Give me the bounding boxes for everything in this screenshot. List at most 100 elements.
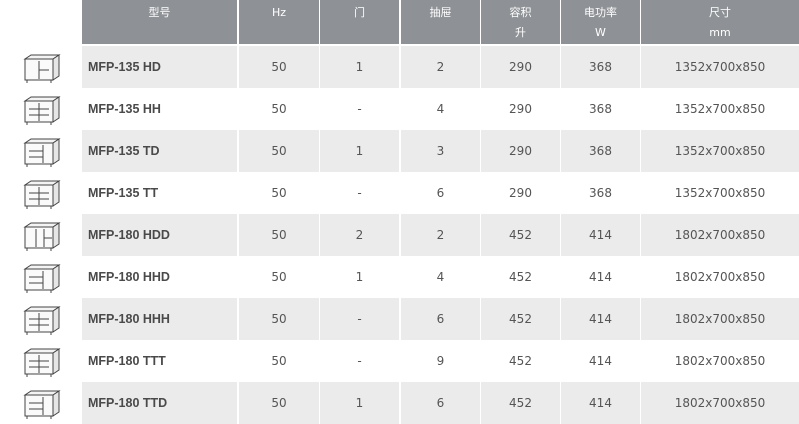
cell-volume: 290 [481, 130, 560, 172]
cell-drawer: 6 [401, 298, 480, 340]
header-door: 门 [320, 0, 399, 44]
cell-volume: 452 [481, 340, 560, 382]
cell-hz: 50 [239, 256, 319, 298]
cell-hz: 50 [239, 46, 319, 88]
cell-model: MFP-135 TD [82, 130, 237, 172]
header-model-label: 型号 [148, 6, 171, 19]
counter-fridge-door-drawer-icon [19, 50, 63, 84]
cell-volume: 452 [481, 382, 560, 424]
cell-hz: 50 [239, 172, 319, 214]
counter-fridge-drawers-icon [19, 92, 63, 126]
cell-door: 1 [320, 256, 399, 298]
counter-fridge-drawer-door-icon [19, 134, 63, 168]
cell-drawer: 6 [401, 382, 480, 424]
cell-volume: 290 [481, 172, 560, 214]
product-image-cell [0, 256, 81, 298]
cell-model: MFP-135 TT [82, 172, 237, 214]
cell-volume: 452 [481, 214, 560, 256]
cell-size: 1802x700x850 [641, 340, 799, 382]
header-model: 型号 [82, 0, 237, 44]
cell-power: 414 [561, 382, 640, 424]
cell-size: 1352x700x850 [641, 172, 799, 214]
cell-door: - [320, 172, 399, 214]
cell-volume: 452 [481, 256, 560, 298]
cell-door: - [320, 340, 399, 382]
counter-fridge-doors-icon [19, 218, 63, 252]
cell-power: 414 [561, 256, 640, 298]
cell-power: 368 [561, 172, 640, 214]
header-size: 尺寸 mm [641, 0, 799, 44]
counter-fridge-drawers-icon [19, 344, 63, 378]
table-row: MFP-135 HH 50-4 290 368 1352x700x850 [0, 88, 799, 130]
counter-fridge-drawer-door-icon [19, 260, 63, 294]
product-image-cell [0, 298, 81, 340]
table-row: MFP-135 TD 50 1 3 290 368 1352x700x850 [0, 130, 799, 172]
cell-volume: 290 [481, 46, 560, 88]
cell-size: 1802x700x850 [641, 298, 799, 340]
cell-hz: 50 [239, 298, 319, 340]
header-drawer: 抽屉 [401, 0, 480, 44]
cell-door: 1 [320, 382, 399, 424]
cell-power: 414 [561, 214, 640, 256]
cell-size: 1352x700x850 [641, 130, 799, 172]
cell-drawer: 9 [401, 340, 480, 382]
header-image-blank [0, 0, 81, 44]
product-image-cell [0, 340, 81, 382]
product-image-cell [0, 130, 81, 172]
cell-hz: 50 [239, 340, 319, 382]
cell-power: 414 [561, 298, 640, 340]
counter-fridge-drawers-icon [19, 176, 63, 210]
header-volume-label: 容积 [509, 6, 532, 19]
cell-hz: 50 [239, 130, 319, 172]
header-volume-unit: 升 [515, 26, 526, 39]
header-drawer-label: 抽屉 [429, 6, 452, 19]
cell-drawer: 4 [401, 88, 480, 130]
cell-door: 1 [320, 46, 399, 88]
cell-drawer: 3 [401, 130, 480, 172]
table-header: 型号 Hz 门 抽屉 容积 升 电功率 W 尺寸 mm [0, 0, 799, 44]
table-row: MFP-180 HDD 50 2 2 452 414 1802x700x850 [0, 214, 799, 256]
cell-size: 1802x700x850 [641, 214, 799, 256]
table-row: MFP-180 TTT 50-9 452 414 1802x700x850 [0, 340, 799, 382]
table-row: MFP-180 HHD 50 1 4 452 414 1802x700x850 [0, 256, 799, 298]
cell-volume: 290 [481, 88, 560, 130]
cell-drawer: 6 [401, 172, 480, 214]
cell-drawer: 4 [401, 256, 480, 298]
product-image-cell [0, 382, 81, 424]
cell-drawer: 2 [401, 214, 480, 256]
cell-size: 1802x700x850 [641, 382, 799, 424]
cell-size: 1802x700x850 [641, 256, 799, 298]
cell-power: 368 [561, 130, 640, 172]
header-hz-label: Hz [271, 6, 287, 19]
cell-model: MFP-180 TTT [82, 340, 237, 382]
cell-model: MFP-135 HD [82, 46, 237, 88]
header-power: 电功率 W [561, 0, 640, 44]
header-volume: 容积 升 [481, 0, 560, 44]
counter-fridge-drawers-icon [19, 302, 63, 336]
cell-model: MFP-180 HDD [82, 214, 237, 256]
cell-size: 1352x700x850 [641, 46, 799, 88]
product-image-cell [0, 172, 81, 214]
table-row: MFP-180 TTD 50 1 6 452 414 1802x700x850 [0, 382, 799, 424]
table-row: MFP-180 HHH 50-6 452 414 1802x700x850 [0, 298, 799, 340]
spec-table: 型号 Hz 门 抽屉 容积 升 电功率 W 尺寸 mm MFP-135 HD 50… [0, 0, 799, 424]
product-image-cell [0, 46, 81, 88]
cell-drawer: 2 [401, 46, 480, 88]
header-power-label: 电功率 [584, 6, 617, 19]
cell-door: - [320, 298, 399, 340]
cell-size: 1352x700x850 [641, 88, 799, 130]
header-size-label: 尺寸 [709, 6, 731, 19]
header-door-label: 门 [354, 6, 365, 19]
cell-hz: 50 [239, 382, 319, 424]
cell-model: MFP-180 HHH [82, 298, 237, 340]
cell-door: 2 [320, 214, 399, 256]
cell-power: 368 [561, 46, 640, 88]
cell-model: MFP-135 HH [82, 88, 237, 130]
table-row: MFP-135 HD 50 1 2 290 368 1352x700x850 [0, 46, 799, 88]
header-hz: Hz [239, 0, 319, 44]
header-power-unit: W [595, 26, 606, 39]
cell-power: 414 [561, 340, 640, 382]
cell-hz: 50 [239, 88, 319, 130]
counter-fridge-drawer-door-icon [19, 386, 63, 420]
cell-model: MFP-180 HHD [82, 256, 237, 298]
